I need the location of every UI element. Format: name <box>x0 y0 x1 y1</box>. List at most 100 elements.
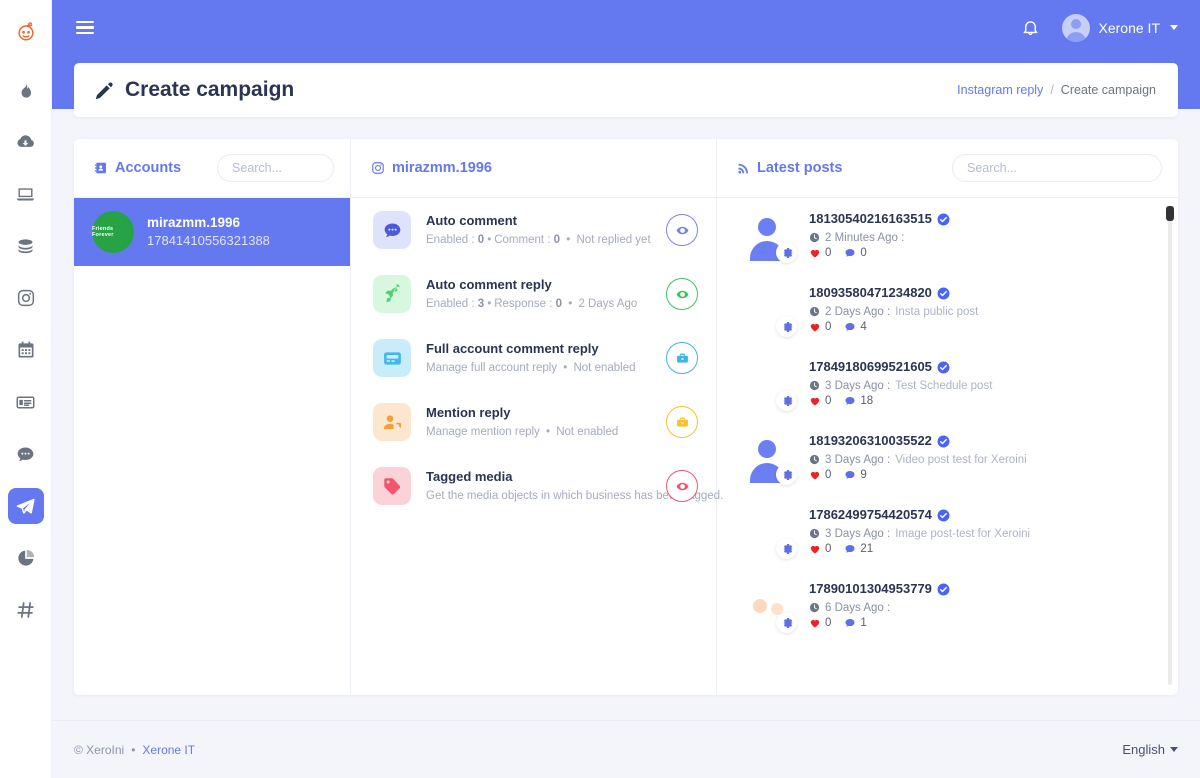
app-root: Xerone IT Create campaign Instagram repl… <box>0 0 1200 778</box>
accounts-panel-header: Accounts <box>74 139 350 197</box>
footer-separator: • <box>131 742 136 757</box>
comment-icon <box>845 248 855 257</box>
posts-panel-header: Latest posts <box>717 139 1178 197</box>
action-meta: Manage mention reply • Not enabled <box>426 425 619 438</box>
action-meta-label: Response : <box>494 297 556 310</box>
post-list-item[interactable]: 17849180699521605 3 Days Ago: Test Sche… <box>717 346 1178 420</box>
post-stats: 0 18 <box>809 395 1148 407</box>
coins-stack-icon[interactable] <box>8 228 44 264</box>
action-item-full-account-comment-reply[interactable]: Full account comment reply Manage full a… <box>351 326 716 390</box>
clock-icon <box>809 603 820 613</box>
post-list-item[interactable]: 18193206310035522 3 Days Ago: Video pos… <box>717 420 1178 494</box>
post-time: 3 Days Ago : <box>825 527 891 540</box>
page-header-card: Create campaign Instagram reply / Create… <box>74 63 1178 117</box>
list-card-icon[interactable] <box>8 384 44 420</box>
action-item-mention-reply[interactable]: Mention reply Manage mention reply • Not… <box>351 390 716 454</box>
clock-icon <box>809 529 820 539</box>
content-area: Create campaign Instagram reply / Create… <box>52 55 1200 706</box>
footer-left: © XeroIni • Xerone IT <box>74 743 195 757</box>
comments-stat: 9 <box>844 469 867 481</box>
action-meta-label: 2 Days Ago <box>578 297 638 310</box>
user-menu[interactable]: Xerone IT <box>1061 13 1178 42</box>
post-time: 2 Minutes Ago : <box>825 231 905 244</box>
action-title: Auto comment <box>426 213 517 229</box>
post-thumb-wrapper <box>741 431 797 485</box>
main-column: Xerone IT Create campaign Instagram repl… <box>52 0 1200 778</box>
eye-icon-button[interactable] <box>666 470 698 502</box>
pie-chart-icon[interactable] <box>8 540 44 576</box>
breadcrumb-parent-link[interactable]: Instagram reply <box>957 83 1043 97</box>
action-item-auto-comment[interactable]: Auto comment Enabled : 0 • Comment : 0 • N… <box>351 198 716 262</box>
bell-icon[interactable] <box>1021 18 1040 37</box>
post-meta: 6 Days Ago : <box>809 602 1148 614</box>
flame-icon[interactable] <box>8 72 44 108</box>
post-list-item[interactable]: 18130540216163515 2 Minutes Ago: 0 0 <box>717 198 1178 272</box>
heart-icon <box>810 323 820 332</box>
brand-logo-icon[interactable] <box>8 14 44 50</box>
action-title: Auto comment reply <box>426 277 552 293</box>
comment-icon <box>845 470 855 479</box>
posts-scrollbar-track[interactable] <box>1166 206 1174 685</box>
post-thumb-wrapper <box>741 283 797 337</box>
comments-count: 1 <box>860 616 867 629</box>
posts-scrollbar-thumb[interactable] <box>1166 206 1174 221</box>
action-title: Mention reply <box>426 405 511 421</box>
comment-dots-icon <box>373 211 411 249</box>
accounts-search-input[interactable] <box>217 154 334 182</box>
pencil-icon <box>94 80 115 101</box>
language-selector[interactable]: English <box>1122 742 1178 757</box>
comment-dots-icon[interactable] <box>8 436 44 472</box>
briefcase-icon-button[interactable] <box>666 342 698 374</box>
hashtag-icon[interactable] <box>8 592 44 628</box>
likes-count: 0 <box>825 320 832 333</box>
footer-company-link[interactable]: Xerone IT <box>142 743 195 757</box>
action-meta: Enabled : 0 • Comment : 0 • Not replied ye… <box>426 233 651 246</box>
post-list-item[interactable]: 17862499754420574 3 Days Ago: Image pos… <box>717 494 1178 568</box>
footer-copyright: © XeroIni <box>74 742 125 757</box>
eye-icon-button[interactable] <box>666 278 698 310</box>
cloud-download-icon[interactable] <box>8 124 44 160</box>
posts-search-input[interactable] <box>952 154 1162 182</box>
likes-count: 0 <box>825 616 832 629</box>
post-list-item[interactable]: 18093580471234820 2 Days Ago: Insta pub… <box>717 272 1178 346</box>
gear-icon[interactable] <box>776 242 797 263</box>
post-id: 17862499754420574 <box>809 507 932 522</box>
calendar-icon[interactable] <box>8 332 44 368</box>
instagram-icon <box>371 161 385 175</box>
posts-title-text: Latest posts <box>757 160 843 176</box>
gear-icon[interactable] <box>776 316 797 337</box>
action-meta-label: Not enabled <box>573 361 636 374</box>
post-list-item[interactable]: 17890101304953779 6 Days Ago: 0 1 <box>717 568 1178 642</box>
comment-icon <box>845 396 855 405</box>
footer: © XeroIni • Xerone IT English <box>52 720 1200 778</box>
address-book-icon <box>94 161 108 175</box>
instagram-icon[interactable] <box>8 280 44 316</box>
post-stats: 0 21 <box>809 543 1148 555</box>
heart-icon <box>810 471 820 480</box>
action-item-auto-comment-reply[interactable]: Auto comment reply Enabled : 3 • Response … <box>351 262 716 326</box>
gear-icon[interactable] <box>776 612 797 633</box>
action-meta-value: 0 <box>555 297 563 310</box>
hamburger-icon[interactable] <box>72 15 98 41</box>
post-id: 18193206310035522 <box>809 433 932 448</box>
verified-badge-icon <box>937 287 950 300</box>
action-item-tagged-media[interactable]: Tagged media Get the media objects in wh… <box>351 454 723 518</box>
laptop-code-icon[interactable] <box>8 176 44 212</box>
gear-icon[interactable] <box>776 538 797 559</box>
post-stats: 0 9 <box>809 469 1148 481</box>
post-id: 18130540216163515 <box>809 211 932 226</box>
briefcase-icon-button[interactable] <box>666 406 698 438</box>
sidebar-item-campaign[interactable] <box>7 488 44 524</box>
gear-icon[interactable] <box>776 464 797 485</box>
panels-container: Accounts Friends Forever mirazmm.1996 17… <box>74 139 1178 695</box>
post-meta: 2 Minutes Ago : <box>809 232 1148 244</box>
post-info: 17862499754420574 3 Days Ago: Image pos… <box>809 505 1148 555</box>
accounts-panel-title: Accounts <box>94 160 181 176</box>
breadcrumb: Instagram reply / Create campaign <box>957 83 1156 97</box>
post-time: 6 Days Ago : <box>825 601 891 614</box>
heart-icon <box>810 397 820 406</box>
account-list-item[interactable]: Friends Forever mirazmm.1996 17841410556… <box>74 198 350 266</box>
eye-icon-button[interactable] <box>666 214 698 246</box>
clock-icon <box>809 307 820 317</box>
gear-icon[interactable] <box>776 390 797 411</box>
